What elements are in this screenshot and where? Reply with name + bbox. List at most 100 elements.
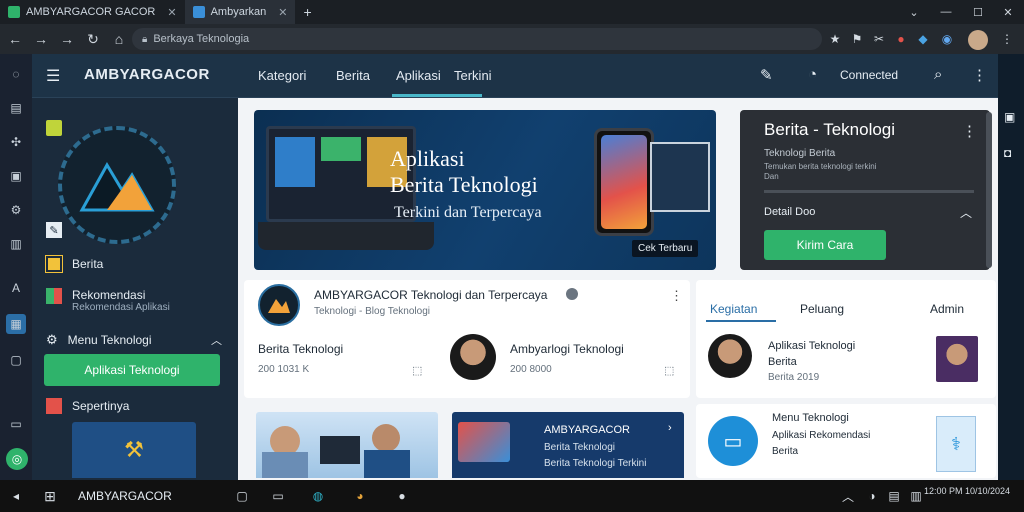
folder-icon[interactable]: ▭ — [268, 486, 288, 506]
network-icon[interactable]: ◑ — [862, 486, 882, 506]
more-vert-icon[interactable]: ⋮ — [972, 66, 987, 84]
chrome-icon[interactable]: ◕ — [350, 486, 370, 506]
right-item2-image[interactable]: ⚕ — [936, 416, 976, 472]
feed-header-sub: Teknologi - Blog Teknologi — [314, 306, 431, 317]
chevron-up-icon[interactable]: ︿ — [960, 204, 972, 221]
feed-avatar[interactable] — [258, 284, 300, 326]
feed-menu-icon[interactable]: ⋮ — [670, 288, 683, 304]
lock-icon: 🔒︎ — [142, 33, 148, 45]
right-item1-photo[interactable] — [936, 336, 978, 382]
side-panel-menu-icon[interactable]: ⋮ — [962, 122, 977, 140]
search-icon[interactable]: ⌕ — [934, 66, 942, 83]
chat-icon[interactable]: ◌ — [6, 64, 26, 84]
sidebar-item-berita[interactable]: Berita — [45, 255, 104, 273]
post2-avatar[interactable] — [450, 334, 496, 380]
right-tab-peluang[interactable]: Peluang — [800, 302, 844, 316]
side-panel-title: Berita - Teknologi — [764, 120, 896, 139]
promo-card[interactable]: AMBYARGACOR › Berita Teknologi Berita Te… — [452, 412, 684, 478]
battery-icon[interactable]: ▥ — [906, 486, 926, 506]
app-icon[interactable]: ● — [392, 486, 412, 506]
extension-icon[interactable]: ◉ — [938, 30, 956, 48]
sidebar-cta-button[interactable]: Aplikasi Teknologi — [44, 354, 220, 386]
forward-icon[interactable]: → — [30, 28, 52, 50]
taskbar-app-label[interactable]: AMBYARGACOR — [78, 489, 172, 503]
volume-icon[interactable]: ▤ — [884, 486, 904, 506]
back-icon[interactable]: ← — [4, 28, 26, 50]
hero-banner[interactable]: Aplikasi Berita Teknologi Terkini dan Te… — [254, 110, 716, 270]
scrollbar[interactable] — [986, 112, 992, 268]
right-tab-kegiatan[interactable]: Kegiatan — [710, 302, 757, 316]
browser-tab-1[interactable]: AMBYARGACOR GACOR ✕ — [0, 0, 185, 24]
windows-start-icon[interactable]: ⊞ — [40, 486, 60, 506]
extension-icon[interactable]: ⚑ — [848, 30, 866, 48]
right-item2-icon[interactable]: ▭ — [708, 416, 758, 466]
menu-dots-icon[interactable]: ⋮ — [998, 30, 1016, 48]
sidebar-item-rekomendasi[interactable]: Rekomendasi Rekomendasi Aplikasi — [46, 288, 170, 313]
close-window-icon[interactable]: ✕ — [992, 0, 1024, 24]
extension-icon[interactable]: ◆ — [914, 30, 932, 48]
sidebar-icon-plus[interactable]: ✎ — [46, 222, 62, 238]
briefcase-icon[interactable]: ▤ — [6, 98, 26, 118]
side-panel-line3: Dan — [764, 172, 779, 181]
address-bar[interactable]: 🔒︎ Berkaya Teknologia — [132, 28, 822, 50]
grid-icon[interactable]: ▦ — [6, 314, 26, 334]
nav-link-terkini[interactable]: Terkini — [454, 68, 492, 83]
clipboard-icon[interactable]: ▭ — [6, 414, 26, 434]
hero-badge[interactable]: Cek Terbaru — [632, 240, 699, 257]
post2-share-icon[interactable]: ⬚ — [664, 364, 674, 377]
notification-icon[interactable]: ◂ — [6, 486, 26, 506]
site-logo-text[interactable]: AMBYARGACOR — [84, 66, 210, 83]
chevron-up-icon[interactable]: ︿ — [838, 486, 858, 506]
nav-link-aplikasi[interactable]: Aplikasi — [396, 68, 441, 83]
app-green-icon[interactable]: ◎ — [6, 448, 28, 470]
side-panel-button[interactable]: Kirim Cara — [764, 230, 886, 260]
new-tab-button[interactable]: + — [295, 0, 319, 24]
close-tab-icon[interactable]: ✕ — [278, 6, 287, 19]
right-item2-title[interactable]: Menu Teknologi — [772, 412, 849, 424]
right-item1-avatar[interactable] — [708, 334, 752, 378]
android-icon[interactable] — [46, 120, 62, 136]
task-view-icon[interactable]: ▢ — [232, 486, 252, 506]
gear-icon[interactable]: ⚙ — [6, 200, 26, 220]
extension-icon[interactable]: ✂ — [870, 30, 888, 48]
panel-side-icon[interactable]: ◘ — [1004, 146, 1011, 160]
side-panel-detail-label[interactable]: Detail Doo — [764, 206, 815, 218]
panel-side-icon[interactable]: ▣ — [1004, 110, 1015, 124]
puzzle-icon[interactable]: ✣ — [6, 132, 26, 152]
sidebar-bottom-item[interactable]: Sepertinya — [46, 398, 129, 414]
sidebar-item-label: Berita — [72, 257, 104, 271]
window-icon[interactable]: ▢ — [6, 350, 26, 370]
taskbar-clock[interactable]: 12:00 PM 10/10/2024 — [924, 486, 1014, 496]
minimize-icon[interactable]: — — [930, 0, 962, 24]
edge-icon[interactable]: ◍ — [308, 486, 328, 506]
image-icon[interactable]: ▣ — [6, 166, 26, 186]
maximize-icon[interactable]: ☐ — [962, 0, 994, 24]
home-icon[interactable]: ⌂ — [108, 28, 130, 50]
letter-a-icon[interactable]: A — [6, 278, 26, 298]
right-item1-title[interactable]: Aplikasi Teknologi — [768, 340, 855, 352]
post2-title[interactable]: Ambyarlogi Teknologi — [510, 342, 624, 356]
reload-icon[interactable]: ↻ — [82, 28, 104, 50]
browser-tab-2[interactable]: Ambyarkan ✕ — [184, 0, 296, 24]
close-tab-icon[interactable]: ✕ — [167, 6, 176, 19]
hamburger-icon[interactable]: ☰ — [46, 66, 60, 86]
tab-search-icon[interactable]: ⌄ — [898, 0, 930, 24]
feed-header-title[interactable]: AMBYARGACOR Teknologi dan Terpercaya — [314, 288, 547, 302]
post1-title[interactable]: Berita Teknologi — [258, 342, 343, 356]
nav-link-kategori[interactable]: Kategori — [258, 68, 306, 83]
nav-link-berita[interactable]: Berita — [336, 68, 370, 83]
right-tab-admin[interactable]: Admin — [930, 302, 964, 316]
header-right-label[interactable]: Connected — [840, 68, 898, 82]
profile-avatar[interactable] — [968, 30, 988, 50]
post2-meta: 200 8000 — [510, 364, 552, 375]
post1-share-icon[interactable]: ⬚ — [412, 364, 422, 377]
bookmark-icon[interactable]: ▥ — [6, 234, 26, 254]
sidebar-item-menu[interactable]: ⚙ Menu Teknologi ︿ — [46, 332, 222, 348]
bookmark-star-icon[interactable]: ★ — [826, 30, 844, 48]
extension-icon[interactable]: ● — [892, 30, 910, 48]
compose-icon[interactable]: ✎ — [760, 66, 773, 84]
right-item2-line2: Berita — [772, 446, 799, 457]
people-image-card[interactable] — [256, 412, 438, 478]
forward-alt-icon[interactable]: → — [56, 28, 78, 50]
chat-bubble-icon[interactable]: ◔ — [808, 66, 817, 83]
